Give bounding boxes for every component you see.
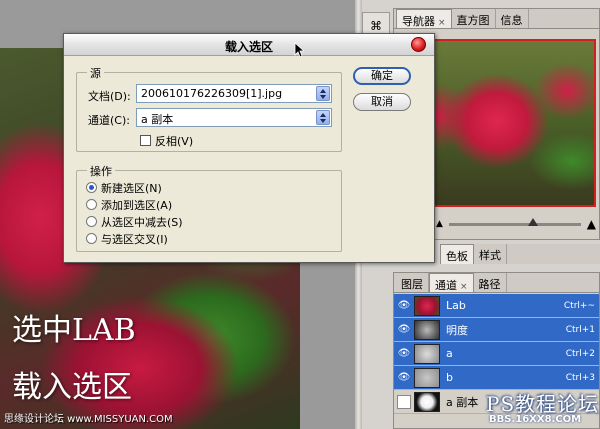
tab-navigator[interactable]: 导航器 × bbox=[396, 9, 452, 28]
zoom-in-icon[interactable]: ▲ bbox=[587, 217, 596, 231]
dropdown-arrows-icon[interactable] bbox=[316, 110, 330, 125]
dialog-titlebar[interactable]: 载入选区 bbox=[64, 34, 434, 56]
channel-row-a[interactable]: 👁 a Ctrl+2 bbox=[394, 342, 599, 366]
visibility-toggle[interactable] bbox=[397, 394, 411, 409]
channel-shortcut: Ctrl+1 bbox=[565, 324, 595, 335]
ok-button[interactable]: 确定 bbox=[353, 67, 411, 85]
radio-new-selection[interactable] bbox=[86, 182, 97, 193]
zoom-out-icon[interactable]: ▲ bbox=[436, 219, 443, 229]
channel-select[interactable]: a 副本 bbox=[136, 108, 332, 127]
dropdown-arrows-icon[interactable] bbox=[316, 86, 330, 101]
channels-tab-row: 图层 通道 × 路径 bbox=[394, 273, 599, 293]
document-value: 200610176226309[1].jpg bbox=[141, 87, 283, 100]
tab-channels[interactable]: 通道 × bbox=[429, 273, 474, 292]
option-new-selection: 新建选区(N) bbox=[101, 182, 162, 195]
navigator-tab-row: 导航器 × 直方图 信息 bbox=[394, 9, 599, 29]
close-icon[interactable]: × bbox=[438, 18, 446, 28]
tab-histogram[interactable]: 直方图 bbox=[452, 9, 496, 28]
watermark-left: 思缘设计论坛 www.MISSYUAN.COM bbox=[4, 414, 173, 425]
eye-icon[interactable]: 👁 bbox=[394, 300, 414, 311]
channel-thumbnail bbox=[414, 391, 440, 412]
document-select[interactable]: 200610176226309[1].jpg bbox=[136, 84, 332, 103]
eye-icon[interactable]: 👁 bbox=[394, 324, 414, 335]
tab-styles[interactable]: 样式 bbox=[474, 244, 507, 264]
overlay-caption-line1: 选中LAB bbox=[12, 313, 136, 348]
radio-subtract-from-selection[interactable] bbox=[86, 216, 97, 227]
option-add-to-selection: 添加到选区(A) bbox=[101, 199, 173, 212]
document-label: 文档(D): bbox=[88, 90, 131, 103]
operation-legend: 操作 bbox=[87, 163, 115, 179]
eye-icon[interactable]: 👁 bbox=[394, 372, 414, 383]
channel-thumbnail bbox=[414, 343, 440, 364]
watermark-right-url: BBS.16XX8.COM bbox=[489, 414, 582, 425]
source-legend: 源 bbox=[87, 65, 104, 81]
load-selection-dialog: 载入选区 源 文档(D): 200610176226309[1].jpg 通道(… bbox=[63, 33, 435, 263]
invert-checkbox[interactable] bbox=[140, 135, 151, 146]
channel-shortcut: Ctrl+~ bbox=[563, 300, 595, 311]
channel-value: a 副本 bbox=[141, 113, 174, 126]
mouse-cursor-icon bbox=[294, 42, 304, 58]
channel-name: b bbox=[446, 371, 453, 384]
tab-layers[interactable]: 图层 bbox=[396, 273, 429, 292]
dialog-title: 载入选区 bbox=[224, 40, 273, 54]
radio-intersect-selection[interactable] bbox=[86, 233, 97, 244]
channel-row-b[interactable]: 👁 b Ctrl+3 bbox=[394, 366, 599, 390]
swatches-tab-row: 色板 样式 bbox=[440, 244, 600, 264]
channel-row-lightness[interactable]: 👁 明度 Ctrl+1 bbox=[394, 318, 599, 342]
channel-thumbnail bbox=[414, 295, 440, 316]
overlay-caption-line2: 载入选区 bbox=[12, 370, 132, 405]
cancel-button[interactable]: 取消 bbox=[353, 93, 411, 111]
channel-label: 通道(C): bbox=[88, 114, 130, 127]
tab-paths[interactable]: 路径 bbox=[474, 273, 507, 292]
channel-name: Lab bbox=[446, 299, 466, 312]
channel-shortcut: Ctrl+3 bbox=[565, 372, 595, 383]
radio-add-to-selection[interactable] bbox=[86, 199, 97, 210]
invert-label: 反相(V) bbox=[155, 135, 194, 148]
watermark-right: PS教程论坛 bbox=[486, 392, 600, 416]
option-intersect-selection: 与选区交叉(I) bbox=[101, 233, 168, 246]
tab-info[interactable]: 信息 bbox=[496, 9, 529, 28]
channel-name: 明度 bbox=[446, 323, 468, 337]
tab-swatches[interactable]: 色板 bbox=[440, 244, 474, 264]
channel-row-lab[interactable]: 👁 Lab Ctrl+~ bbox=[394, 294, 599, 318]
zoom-slider-handle[interactable] bbox=[528, 217, 539, 226]
channel-thumbnail bbox=[414, 367, 440, 388]
close-button[interactable] bbox=[411, 37, 426, 52]
zoom-slider[interactable] bbox=[448, 217, 581, 226]
channel-shortcut: Ctrl+2 bbox=[565, 348, 595, 359]
channel-thumbnail bbox=[414, 319, 440, 340]
channel-name: a bbox=[446, 347, 453, 360]
option-subtract-from-selection: 从选区中减去(S) bbox=[101, 216, 183, 229]
eye-icon[interactable]: 👁 bbox=[394, 348, 414, 359]
close-icon[interactable]: × bbox=[460, 282, 468, 292]
